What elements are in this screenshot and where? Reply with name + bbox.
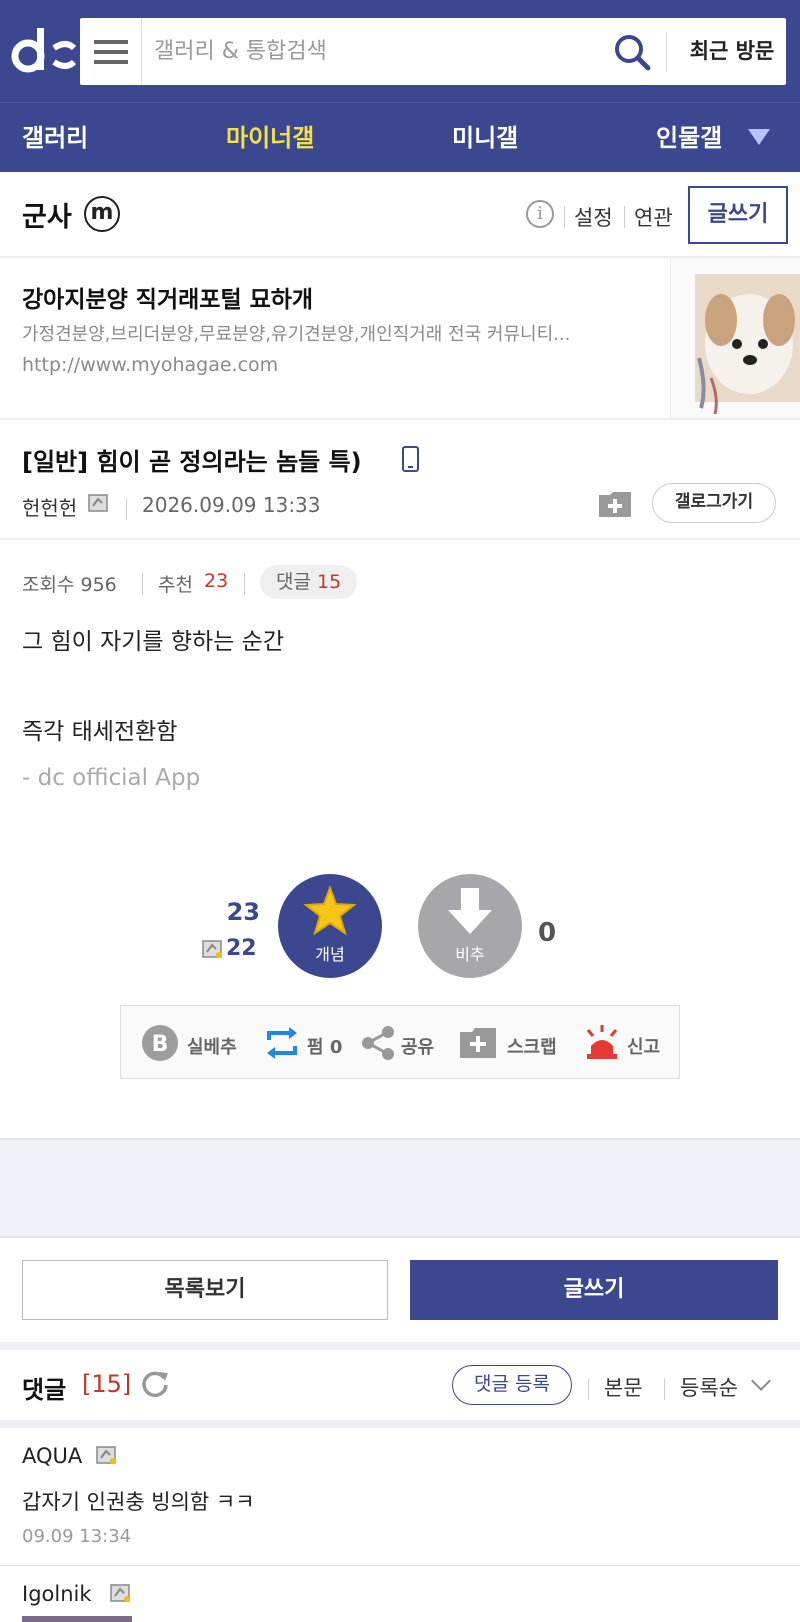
best-b-icon: B bbox=[142, 1025, 178, 1061]
downvote-count: 0 bbox=[538, 918, 557, 948]
comments-total: [15] bbox=[82, 1370, 132, 1398]
mobile-icon bbox=[402, 446, 419, 472]
report-label: 신고 bbox=[627, 1037, 661, 1058]
fixed-nick-icon bbox=[202, 940, 222, 958]
nav-tab-person-gallery[interactable]: 인물갤 bbox=[656, 103, 722, 173]
puppy-thumbnail-image bbox=[695, 274, 800, 415]
ad-url[interactable]: http://www.myohagae.com bbox=[22, 354, 278, 376]
downvote-button[interactable]: 비추 bbox=[418, 874, 522, 978]
gallery-bar: 군사 m i 설정 연관 글쓰기 bbox=[0, 172, 800, 258]
menu-button[interactable] bbox=[80, 18, 142, 85]
recommend-label: 추천 bbox=[158, 574, 193, 596]
write-top-button[interactable]: 글쓰기 bbox=[688, 186, 788, 244]
divider bbox=[142, 573, 143, 595]
upvote-count: 23 bbox=[226, 898, 260, 926]
upvote-label: 개념 bbox=[315, 945, 345, 964]
post-action-bar: B 실베추 펌 0 공유 스크랩 신고 bbox=[120, 1005, 680, 1079]
gallog-button[interactable]: 갤로그가기 bbox=[652, 483, 776, 523]
repost-label: 펌 0 bbox=[307, 1037, 343, 1058]
scrap-folder-icon bbox=[460, 1028, 496, 1058]
nav-tab-minor-gallery[interactable]: 마이너갤 bbox=[226, 103, 314, 173]
post-title: [일반] 힘이 곧 정의라는 놈들 특) bbox=[22, 448, 362, 476]
divider bbox=[588, 1378, 589, 1400]
best-recommend-label: 실베추 bbox=[187, 1037, 237, 1058]
fixed-nick-icon bbox=[88, 494, 108, 512]
gallery-title[interactable]: 군사 bbox=[22, 195, 72, 234]
search-input[interactable] bbox=[154, 18, 584, 85]
downvote-label: 비추 bbox=[455, 945, 485, 964]
ad-description: 가정견분양,브리더분양,무료분양,유기견분양,개인직거래 전국 커뮤니티... bbox=[22, 324, 571, 345]
add-folder-icon[interactable] bbox=[598, 490, 632, 518]
divider bbox=[564, 206, 565, 228]
comment-image-preview[interactable] bbox=[22, 1616, 132, 1622]
comment-author[interactable]: AQUA bbox=[22, 1444, 82, 1468]
chevron-down-icon[interactable] bbox=[751, 1371, 771, 1391]
search-box: 최근 방문 bbox=[80, 18, 786, 85]
ad-thumbnail[interactable] bbox=[670, 258, 800, 418]
search-icon[interactable] bbox=[612, 32, 652, 72]
comment-item: AQUA 갑자기 인권충 빙의함 ㅋㅋ 09.09 13:34 bbox=[0, 1428, 800, 1566]
app-signature: - dc official App bbox=[22, 765, 201, 791]
post-author[interactable]: 헌헌헌 bbox=[22, 492, 77, 521]
comments-title: 댓글 bbox=[22, 1376, 67, 1404]
down-arrow-icon bbox=[448, 888, 492, 934]
comments-header: 댓글 [15] 댓글 등록 본문 등록순 bbox=[0, 1350, 800, 1428]
scrap-label: 스크랩 bbox=[507, 1037, 557, 1058]
search-divider bbox=[666, 32, 667, 72]
comment-item: Igolnik bbox=[0, 1566, 800, 1622]
section-separator bbox=[0, 1342, 800, 1350]
nav-tab-mini-gallery[interactable]: 미니갤 bbox=[452, 103, 518, 173]
nav-expand-icon[interactable] bbox=[748, 129, 770, 145]
recommend-count: 23 bbox=[204, 570, 229, 592]
ad-banner[interactable]: 강아지분양 직거래포털 묘하개 가정견분양,브리더분양,무료분양,유기견분양,개… bbox=[0, 258, 800, 420]
siren-icon bbox=[586, 1025, 618, 1059]
post-body-line: 그 힘이 자기를 향하는 순간 bbox=[22, 629, 285, 655]
ad-title[interactable]: 강아지분양 직거래포털 묘하개 bbox=[22, 280, 313, 314]
fixed-nick-icon bbox=[110, 1584, 130, 1602]
svg-text:B: B bbox=[152, 1032, 169, 1057]
minor-gallery-badge-icon: m bbox=[84, 196, 120, 232]
dc-logo-icon[interactable] bbox=[10, 22, 76, 82]
top-header: 최근 방문 bbox=[0, 0, 800, 102]
upvote-button[interactable]: 개념 bbox=[278, 874, 382, 978]
comments-label: 댓글 bbox=[276, 571, 311, 593]
comment-date: 09.09 13:34 bbox=[22, 1526, 132, 1547]
divider bbox=[244, 573, 245, 595]
comments-pill[interactable]: 댓글 15 bbox=[260, 565, 358, 599]
sort-select[interactable]: 등록순 bbox=[680, 1372, 738, 1402]
comments-count: 15 bbox=[317, 571, 342, 593]
hamburger-icon bbox=[93, 39, 128, 64]
divider bbox=[126, 498, 127, 520]
divider bbox=[624, 206, 625, 228]
nav-bar: 갤러리 마이너갤 미니갤 인물갤 bbox=[0, 102, 800, 172]
ad-placeholder-band bbox=[0, 1138, 800, 1238]
related-link[interactable]: 연관 bbox=[634, 202, 673, 232]
fixed-upvote-count: 22 bbox=[226, 936, 257, 961]
settings-link[interactable]: 설정 bbox=[574, 202, 613, 232]
recent-visit-button[interactable]: 최근 방문 bbox=[678, 18, 786, 85]
body-link[interactable]: 본문 bbox=[604, 1372, 643, 1402]
star-icon bbox=[303, 885, 357, 936]
divider bbox=[664, 1378, 665, 1400]
refresh-icon[interactable] bbox=[140, 1368, 170, 1398]
write-button[interactable]: 글쓰기 bbox=[410, 1260, 778, 1320]
comment-register-button[interactable]: 댓글 등록 bbox=[452, 1365, 572, 1405]
fixed-nick-icon bbox=[96, 1446, 116, 1464]
views-count: 조회수 956 bbox=[22, 574, 117, 596]
post-header: [일반] 힘이 곧 정의라는 놈들 특) 헌헌헌 2026.09.09 13:3… bbox=[0, 420, 800, 540]
post-date: 2026.09.09 13:33 bbox=[142, 493, 321, 517]
nav-tab-gallery[interactable]: 갤러리 bbox=[22, 103, 88, 173]
repost-icon bbox=[267, 1027, 297, 1059]
comment-author[interactable]: Igolnik bbox=[22, 1582, 92, 1606]
comment-text: 갑자기 인권충 빙의함 ㅋㅋ bbox=[22, 1490, 255, 1514]
post-body-line: 즉각 태세전환함 bbox=[22, 719, 178, 745]
share-icon bbox=[362, 1026, 394, 1060]
section-separator bbox=[0, 1420, 800, 1428]
info-icon[interactable]: i bbox=[526, 200, 554, 228]
share-label: 공유 bbox=[401, 1037, 435, 1058]
list-view-button[interactable]: 목록보기 bbox=[22, 1260, 388, 1320]
